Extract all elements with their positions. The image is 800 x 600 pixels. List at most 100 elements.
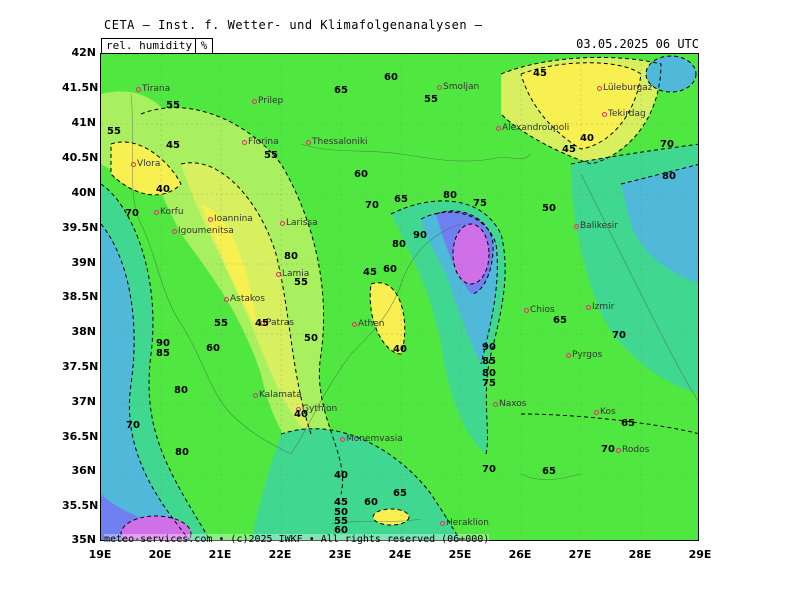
lat-tick: 36.5N — [62, 430, 99, 443]
isoline-label: 85 — [156, 348, 170, 359]
lat-tick: 42N — [71, 46, 96, 59]
isoline-label: 55 — [424, 94, 438, 105]
city-label: Athen — [351, 319, 385, 329]
lon-tick: 21E — [208, 548, 232, 561]
lon-tick: 28E — [628, 548, 652, 561]
city-label: Balikesir — [573, 221, 619, 231]
lat-tick: 37N — [71, 395, 96, 408]
isoline-label: 65 — [553, 315, 567, 326]
lon-tick: 19E — [88, 548, 112, 561]
city-label: Izmir — [585, 302, 615, 312]
city-label: Lüleburgaz — [597, 83, 653, 93]
isoline-label: 65 — [334, 85, 348, 96]
city-label: Monemvasia — [340, 434, 403, 444]
lat-tick: 36N — [71, 464, 96, 477]
isoline-label: 80 — [174, 385, 188, 396]
lat-tick: 35.5N — [62, 499, 99, 512]
city-label: Igoumenitsa — [172, 226, 234, 236]
city-label: Kalamata — [253, 390, 302, 400]
city-label: Patras — [260, 318, 294, 328]
isoline-label: 50 — [304, 333, 318, 344]
city-label: Astakos — [224, 294, 265, 304]
isoline-label: 55 — [214, 318, 228, 329]
city-label: Naxos — [493, 399, 527, 409]
isoline-label: 70 — [612, 330, 626, 341]
city-label: Florina — [242, 137, 279, 147]
unit-label: % — [195, 38, 213, 54]
isoline-label: 75 — [482, 378, 496, 389]
isoline-label: 50 — [542, 203, 556, 214]
lon-tick: 23E — [328, 548, 352, 561]
isoline-label: 90 — [482, 342, 496, 353]
isoline-label: 65 — [542, 466, 556, 477]
isoline-label: 60 — [384, 72, 398, 83]
isoline-label: 40 — [580, 133, 594, 144]
city-label: Rodos — [615, 445, 650, 455]
isoline-label: 65 — [394, 194, 408, 205]
isoline-label: 60 — [383, 264, 397, 275]
lon-tick: 22E — [268, 548, 292, 561]
lat-tick: 40N — [71, 186, 96, 199]
lat-tick: 35N — [71, 533, 96, 546]
isoline-label: 40 — [156, 184, 170, 195]
city-label: Heraklion — [440, 518, 489, 528]
isoline-label: 70 — [125, 208, 139, 219]
isoline-label: 85 — [482, 356, 496, 367]
city-label: Tirana — [135, 84, 171, 94]
lat-tick: 40.5N — [62, 151, 99, 164]
footer-credit: meteo-services.com • (c)2025 IWKF • All … — [104, 534, 490, 545]
isoline-label: 75 — [473, 198, 487, 209]
isoline-label: 55 — [107, 126, 121, 137]
city-label: Smoljan — [436, 82, 480, 92]
lat-tick: 41N — [71, 116, 96, 129]
isoline-label: 55 — [294, 277, 308, 288]
isoline-label: 55 — [264, 150, 278, 161]
lat-tick: 38N — [71, 325, 96, 338]
isoline-label: 45 — [363, 267, 377, 278]
isoline-label: 65 — [621, 418, 635, 429]
isoline-label: 70 — [482, 464, 496, 475]
isoline-label: 60 — [354, 169, 368, 180]
lat-tick: 39.5N — [62, 221, 99, 234]
isoline-label: 70 — [601, 444, 615, 455]
city-label: Alexandroupoli — [495, 123, 570, 133]
isoline-label: 70 — [365, 200, 379, 211]
isoline-label: 40 — [334, 470, 348, 481]
isoline-label: 90 — [413, 230, 427, 241]
isoline-label: 70 — [660, 139, 674, 150]
isoline-label: 45 — [166, 140, 180, 151]
isoline-label: 45 — [562, 144, 576, 155]
isoline-label: 80 — [443, 190, 457, 201]
isoline-label: 80 — [175, 447, 189, 458]
humidity-map — [100, 53, 699, 541]
isoline-label: 80 — [392, 239, 406, 250]
city-label: Larissa — [280, 218, 318, 228]
lon-tick: 27E — [568, 548, 592, 561]
isoline-label: 40 — [294, 409, 308, 420]
lon-tick: 24E — [388, 548, 412, 561]
isoline-label: 55 — [166, 100, 180, 111]
isoline-label: 60 — [364, 497, 378, 508]
valid-time: 03.05.2025 06 UTC — [576, 37, 699, 51]
isoline-label: 65 — [393, 488, 407, 499]
city-label: Kos — [594, 407, 616, 417]
lon-tick: 20E — [148, 548, 172, 561]
lat-tick: 39N — [71, 256, 96, 269]
isoline-label: 45 — [533, 68, 547, 79]
lon-tick: 29E — [688, 548, 712, 561]
lat-tick: 37.5N — [62, 360, 99, 373]
isoline-label: 60 — [206, 343, 220, 354]
city-label: Chios — [524, 305, 555, 315]
isoline-label: 80 — [284, 251, 298, 262]
parameter-label: rel. humidity — [101, 38, 198, 54]
isoline-label: 45 — [255, 318, 269, 329]
lat-tick: 41.5N — [62, 81, 99, 94]
lon-tick: 25E — [448, 548, 472, 561]
isoline-label: 80 — [662, 171, 676, 182]
city-label: Ioannina — [208, 214, 253, 224]
isoline-label: 40 — [393, 344, 407, 355]
city-label: Thessaloniki — [306, 137, 368, 147]
lat-tick: 38.5N — [62, 290, 99, 303]
chart-title: CETA — Inst. f. Wetter- und Klimafolgena… — [104, 18, 483, 32]
city-label: Tekirdag — [602, 109, 646, 119]
